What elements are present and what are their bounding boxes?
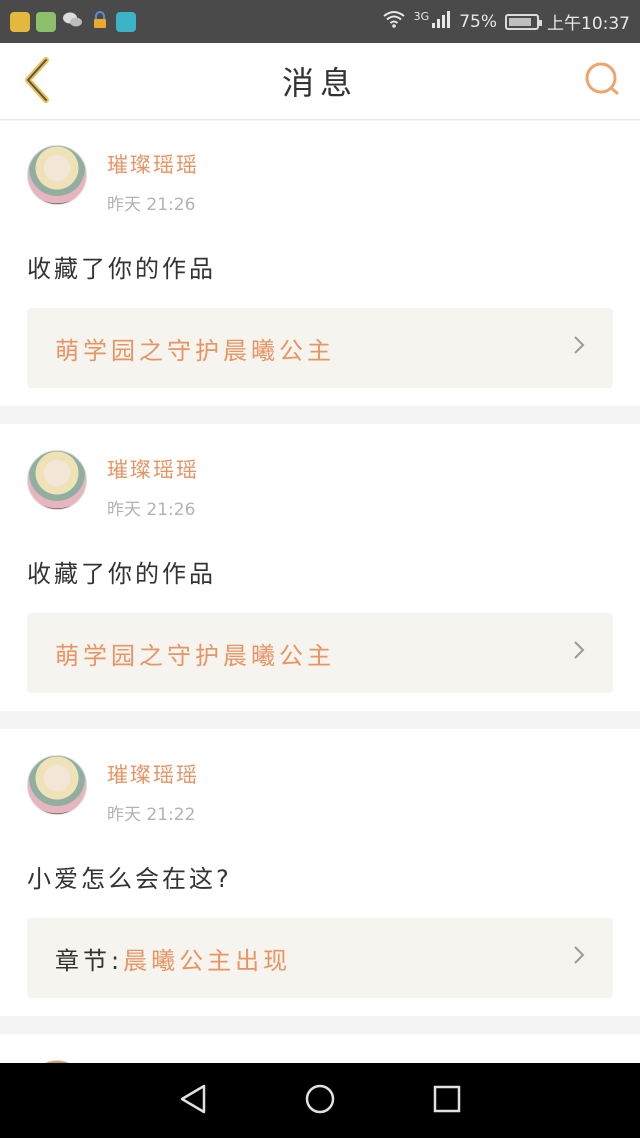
chevron-right-icon (573, 640, 585, 666)
avatar[interactable] (27, 145, 87, 205)
message-card: sdvnkmk (0, 1034, 640, 1063)
message-time: 昨天 21:22 (107, 805, 196, 825)
app-root: 3G 75% 上午10:37 消息 璀璨瑶瑶 昨天 21:26 收藏了你的作品 … (0, 0, 640, 1138)
mail-icon (10, 11, 30, 32)
chevron-right-icon (573, 335, 585, 361)
battery-icon (505, 13, 542, 30)
message-card: 璀璨瑶瑶 昨天 21:26 收藏了你的作品 萌学园之守护晨曦公主 (0, 121, 640, 406)
chevron-left-icon (22, 57, 52, 107)
lock-icon (90, 10, 110, 34)
network-type: 3G (413, 10, 430, 23)
book-icon (116, 11, 136, 32)
nav-back-button[interactable] (163, 1071, 223, 1131)
wechat-icon (62, 10, 84, 34)
page-title: 消息 (281, 64, 358, 102)
avatar[interactable] (27, 755, 87, 815)
message-text: 收藏了你的作品 (27, 560, 216, 588)
triangle-back-icon (178, 1083, 208, 1119)
chapter-title: 晨曦公主出现 (123, 946, 292, 975)
chevron-right-icon (573, 945, 585, 971)
message-text: 小爱怎么会在这? (27, 865, 232, 893)
work-link[interactable]: 萌学园之守护晨曦公主 (27, 613, 613, 693)
work-link[interactable]: 萌学园之守护晨曦公主 (27, 308, 613, 388)
nav-home-button[interactable] (290, 1071, 350, 1131)
chapter-prefix: 章节: (55, 946, 124, 975)
message-time: 昨天 21:26 (107, 500, 196, 520)
circle-home-icon (304, 1083, 336, 1119)
search-icon (583, 60, 621, 102)
message-list[interactable]: 璀璨瑶瑶 昨天 21:26 收藏了你的作品 萌学园之守护晨曦公主 璀璨瑶瑶 昨天… (0, 121, 640, 1063)
message-card: 璀璨瑶瑶 昨天 21:22 小爱怎么会在这? 章节: 晨曦公主出现 (0, 729, 640, 1016)
message-text: 收藏了你的作品 (27, 255, 216, 283)
wifi-icon (382, 10, 406, 33)
calendar-icon (36, 11, 56, 32)
message-card: 璀璨瑶瑶 昨天 21:26 收藏了你的作品 萌学园之守护晨曦公主 (0, 424, 640, 711)
battery-percent: 75% (459, 11, 497, 32)
square-recents-icon (433, 1085, 461, 1117)
clock: 上午10:37 (547, 14, 630, 34)
username[interactable]: 璀璨瑶瑶 (107, 149, 199, 179)
avatar[interactable] (27, 450, 87, 510)
app-header: 消息 (0, 43, 640, 120)
work-title: 萌学园之守护晨曦公主 (55, 641, 335, 670)
signal-icon (431, 10, 451, 33)
search-button[interactable] (578, 57, 626, 105)
nav-recents-button[interactable] (417, 1071, 477, 1131)
username[interactable]: 璀璨瑶瑶 (107, 454, 199, 484)
status-bar: 3G 75% 上午10:37 (0, 0, 640, 43)
chapter-link[interactable]: 章节: 晨曦公主出现 (27, 918, 613, 998)
notification-icons (10, 10, 136, 34)
system-nav-bar (0, 1063, 640, 1138)
username[interactable]: 璀璨瑶瑶 (107, 759, 199, 789)
work-title: 萌学园之守护晨曦公主 (55, 336, 335, 365)
message-time: 昨天 21:26 (107, 195, 196, 215)
back-button[interactable] (12, 55, 62, 109)
